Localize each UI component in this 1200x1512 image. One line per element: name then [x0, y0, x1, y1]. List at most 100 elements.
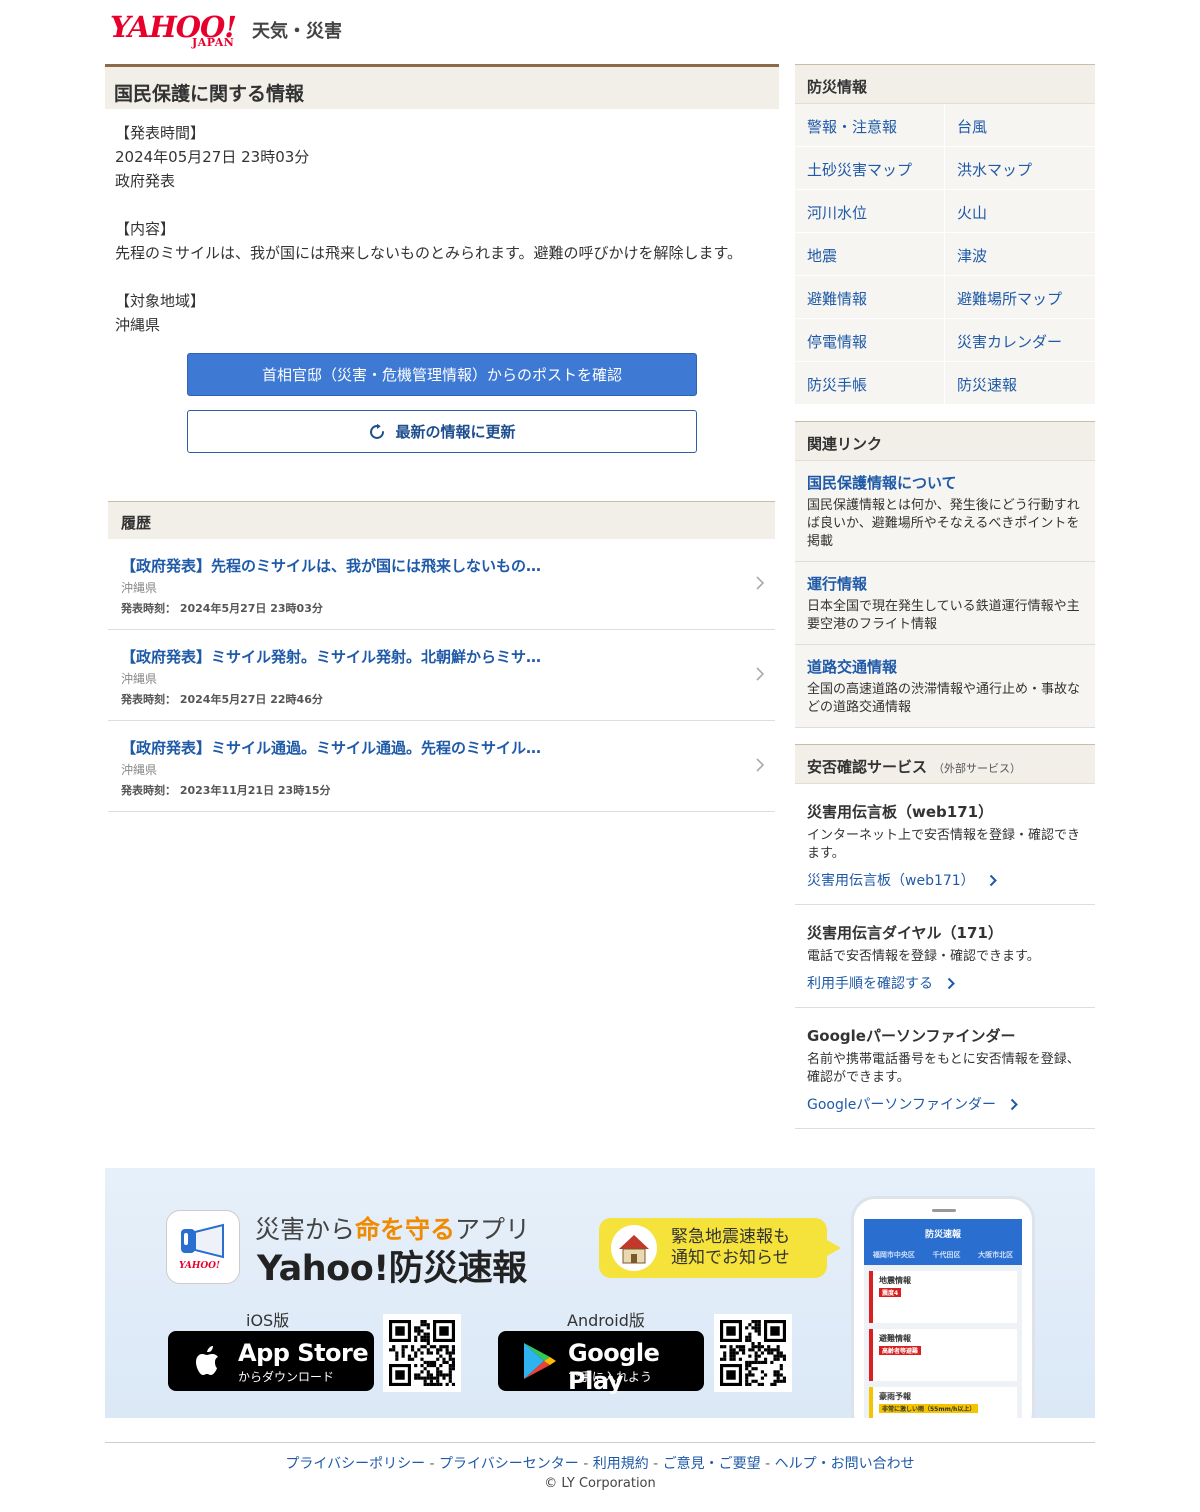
app-store-sub: からダウンロード [238, 1370, 335, 1384]
refresh-icon [370, 423, 385, 439]
footer-separator: - [760, 1456, 775, 1472]
disaster-link[interactable]: 防災速報 [945, 362, 1095, 405]
footer-link[interactable]: プライバシーセンター [439, 1456, 579, 1472]
safety-service-link[interactable]: 利用手順を確認する [807, 973, 1083, 993]
external-note: （外部サービス） [933, 762, 1022, 775]
history-item-title[interactable]: 【政府発表】ミサイル発射。ミサイル発射。北朝鮮からミサ… [121, 646, 762, 667]
app-store-button[interactable]: App Store からダウンロード [168, 1331, 374, 1391]
disaster-link[interactable]: 地震 [795, 233, 945, 276]
safety-service-link[interactable]: Googleパーソンファインダー [807, 1094, 1083, 1114]
publisher: 政府発表 [115, 172, 176, 190]
history-time-label: 発表時刻： [121, 602, 176, 615]
related-link-item[interactable]: 国民保護情報について 国民保護情報とは何か、発生後にどう行動すれば良いか、避難場所… [795, 461, 1095, 562]
safety-service-desc: インターネット上で安否情報を登録・確認できます。 [807, 828, 1081, 861]
phone-card: 避難情報高齢者等避難 [869, 1329, 1017, 1381]
disaster-link[interactable]: 洪水マップ [945, 147, 1095, 190]
safety-link-label: Googleパーソンファインダー [807, 1097, 996, 1113]
refresh-button[interactable]: 最新の情報に更新 [187, 410, 697, 453]
history-item-title[interactable]: 【政府発表】ミサイル通過。ミサイル通過。先程のミサイル… [121, 737, 762, 758]
disaster-link[interactable]: 台風 [945, 104, 1095, 147]
related-link-title[interactable]: 道路交通情報 [807, 656, 1083, 677]
history-item-area: 沖縄県 [121, 672, 158, 686]
safety-service-title: Googleパーソンファインダー [807, 1027, 1016, 1045]
phone-title: 防災速報 [924, 1230, 961, 1240]
related-link-title[interactable]: 運行情報 [807, 573, 1083, 594]
chevron-right-icon [756, 758, 765, 772]
history-time-value: 2024年5月27日 23時03分 [179, 602, 323, 615]
copyright: © LY Corporation [544, 1476, 656, 1491]
safety-service-title: 安否確認サービス （外部サービス） [795, 744, 1095, 784]
sidebar: 防災情報 警報・注意報 台風 土砂災害マップ 洪水マップ 河川水位 火山 地震 津波 避難情報避… [795, 64, 1095, 1129]
service-name[interactable]: 天気・災害 [252, 17, 342, 43]
area-value: 沖縄県 [115, 316, 161, 334]
history-item[interactable]: 【政府発表】先程のミサイルは、我が国には飛来しないもの… 沖縄県発表時刻： 202… [108, 539, 775, 630]
page-title: 国民保護に関する情報 [105, 64, 779, 109]
safety-service-title: 災害用伝言板（web171） [807, 803, 994, 821]
android-qr-code [714, 1314, 792, 1392]
chevron-right-icon [989, 874, 997, 886]
google-play-icon [524, 1343, 556, 1379]
disaster-link[interactable]: 停電情報 [795, 319, 945, 362]
safety-service-link[interactable]: 災害用伝言板（web171） [807, 870, 1083, 890]
history-time-value: 2024年5月27日 22時46分 [179, 693, 323, 706]
disaster-link[interactable]: 河川水位 [795, 190, 945, 233]
history-item-time: 発表時刻： 2023年11月21日 23時15分 [121, 782, 762, 798]
related-link-desc: 日本全国で現在発生している鉄道運行情報や主要空港のフライト情報 [807, 599, 1080, 632]
disaster-link[interactable]: 火山 [945, 190, 1095, 233]
ios-label: iOS版 [246, 1311, 290, 1330]
phone-tab: 千代田区 [932, 1251, 961, 1259]
disaster-link[interactable]: 避難場所マップ [945, 276, 1095, 319]
phone-card-title: 豪雨予報 [879, 1392, 911, 1401]
footer-links: プライバシーポリシー - プライバシーセンター - 利用規約 - ご意見・ご要望… [0, 1453, 1200, 1473]
phone-card-tag: 高齢者等避難 [879, 1346, 922, 1355]
footer-link[interactable]: 利用規約 [593, 1456, 649, 1472]
app-promo-banner[interactable]: YAHOO! 災害から命を守るアプリ Yahoo!防災速報 緊急地震速報も 通知… [105, 1168, 1095, 1418]
history-section: 履歴 【政府発表】先程のミサイルは、我が国には飛来しないもの… 沖縄県 発表時刻： … [108, 501, 775, 812]
footer-link[interactable]: プライバシーポリシー [285, 1456, 425, 1472]
phone-card-title: 地震情報 [879, 1276, 911, 1285]
footer-link[interactable]: ヘルプ・お問い合わせ [775, 1456, 915, 1472]
related-link-item[interactable]: 運行情報日本全国で現在発生している鉄道運行情報や主要空港のフライト情報 [795, 562, 1095, 645]
phone-screen: 防災速報 福岡市中央区 千代田区 大阪市北区 地震情報 震度4 避難情報 高齢者等避難 豪雨… [864, 1219, 1022, 1418]
history-title: 履歴 [108, 501, 775, 539]
disaster-link[interactable]: 津波 [945, 233, 1095, 276]
phone-header: 防災速報 福岡市中央区 千代田区 大阪市北区 [864, 1219, 1022, 1265]
bubble-line-2: 通知でお知らせ [671, 1248, 790, 1268]
view-post-button[interactable]: 首相官邸（災害・危機管理情報）からのポストを確認 [187, 353, 697, 396]
content-value: 先程のミサイルは、我が国には飛来しないものとみられます。避難の呼びかけを解除しま… [115, 244, 743, 262]
content-label: 【内容】 [115, 220, 176, 238]
disaster-link[interactable]: 災害カレンダー [945, 319, 1095, 362]
house-icon [611, 1225, 657, 1271]
related-link-title[interactable]: 国民保護情報について [807, 472, 1083, 493]
android-label: Android版 [567, 1311, 645, 1330]
apple-icon [196, 1346, 218, 1375]
phone-tab: 大阪市北区 [978, 1251, 1014, 1259]
disaster-link-grid: 警報・注意報 台風 土砂災害マップ 洪水マップ 河川水位 火山 地震 津波 避難情報 避難場所マッ… [795, 104, 1095, 405]
google-play-button[interactable]: Google Play で手に入れよう [498, 1331, 704, 1395]
history-time-value: 2023年11月21日 23時15分 [179, 784, 331, 797]
disaster-link[interactable]: 避難情報 [795, 276, 945, 319]
safety-service-title: 災害用伝言ダイヤル（171） [807, 924, 1003, 942]
disaster-link[interactable]: 警報・注意報 [795, 104, 945, 147]
history-item-time: 発表時刻： 2024年5月27日 22時46分 [121, 691, 762, 707]
ios-qr-code [383, 1314, 461, 1392]
google-play-title: Google Play [568, 1339, 660, 1395]
main-content: 国民保護に関する情報 【発表時間】 2024年05月27日 23時03分 政府発… [105, 64, 779, 812]
footer-link[interactable]: ご意見・ご要望 [663, 1456, 761, 1472]
related-link-item[interactable]: 道路交通情報 全国の高速道路の渋滞情報や通行止め・事故などの道路交通情報 [795, 645, 1095, 728]
history-item[interactable]: 【政府発表】ミサイル発射。ミサイル発射。北朝鮮からミサ… 沖縄県発表時刻： 202… [108, 630, 775, 721]
history-item-area: 沖縄県 [121, 763, 158, 777]
history-item-area: 沖縄県 [121, 581, 158, 595]
disaster-link[interactable]: 防災手帳 [795, 362, 945, 405]
phone-card: 豪雨予報 非常に激しい雨（55mm/h以上） [869, 1387, 1017, 1418]
history-item-title[interactable]: 【政府発表】先程のミサイルは、我が国には飛来しないもの… [121, 555, 762, 576]
phone-card-title: 避難情報 [879, 1334, 911, 1343]
time-value: 2024年05月27日 23時03分 [115, 148, 310, 166]
history-item[interactable]: 【政府発表】ミサイル通過。ミサイル通過。先程のミサイル… 沖縄県発表時刻： 202… [108, 721, 775, 812]
site-header: YAHOO! JAPAN 天気・災害 [110, 12, 342, 52]
phone-tab: 福岡市中央区 [872, 1251, 915, 1259]
speech-bubble: 緊急地震速報も 通知でお知らせ [599, 1218, 841, 1278]
yahoo-logo[interactable]: YAHOO! JAPAN [110, 12, 246, 52]
disaster-link[interactable]: 土砂災害マップ [795, 147, 945, 190]
chevron-right-icon [756, 576, 765, 590]
